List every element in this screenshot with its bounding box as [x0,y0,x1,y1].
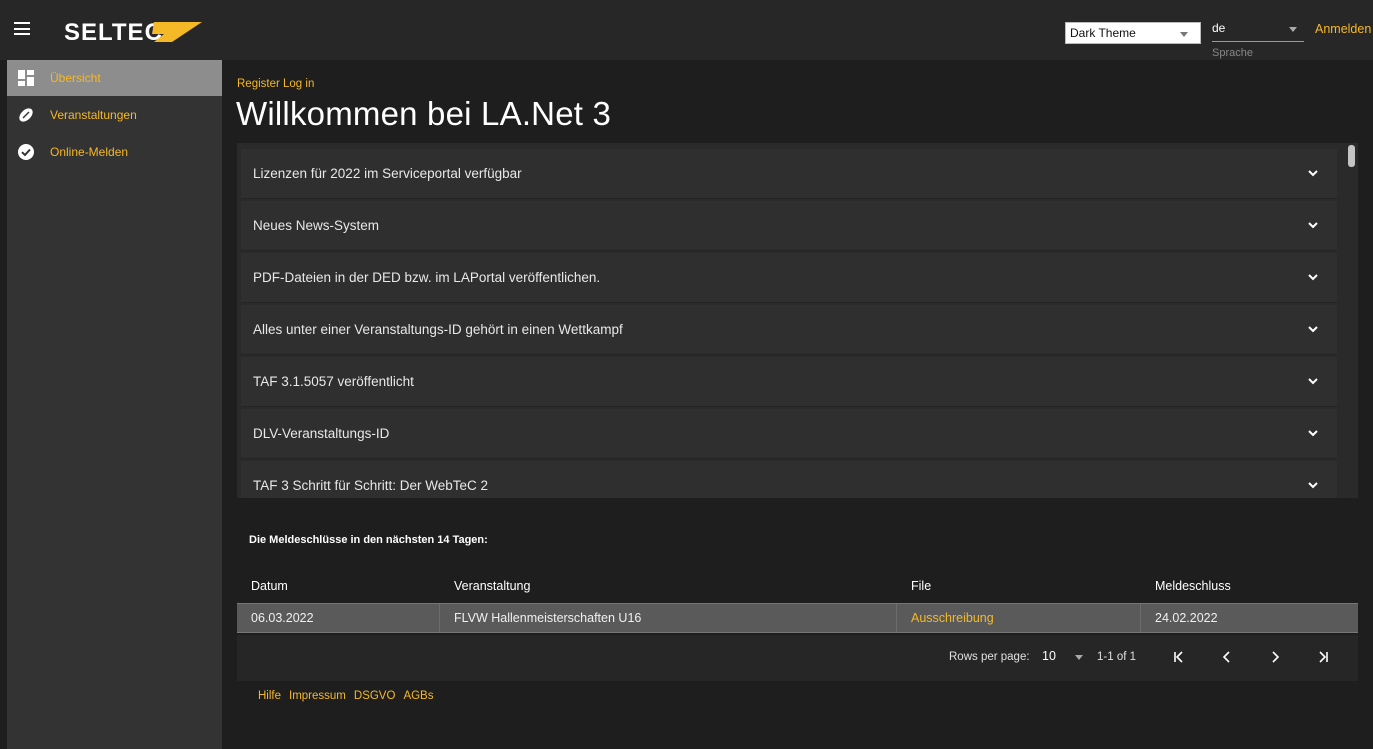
news-panel-header[interactable]: TAF 3.1.5057 veröffentlicht [241,357,1337,407]
column-divider [1140,604,1141,632]
column-header-datum[interactable]: Datum [251,579,288,593]
news-expansion-panels: Lizenzen für 2022 im Serviceportal verfü… [237,143,1358,498]
news-title: DLV-Veranstaltungs-ID [253,426,390,441]
chevron-down-icon [1308,430,1318,437]
news-scrollbar[interactable] [1348,145,1355,167]
language-select[interactable]: de Sprache [1212,16,1304,60]
column-header-veranstaltung[interactable]: Veranstaltung [454,579,530,593]
chevron-down-icon [1308,222,1318,229]
table-pagination: Rows per page: 10 1-1 of 1 [237,635,1358,681]
news-panel-header[interactable]: Alles unter einer Veranstaltungs-ID gehö… [241,305,1337,355]
chevron-down-icon [1180,32,1188,37]
news-panel-header[interactable]: Neues News-System [241,201,1337,251]
cell-meldeschluss: 24.02.2022 [1155,611,1218,625]
column-header-meldeschluss[interactable]: Meldeschluss [1155,579,1231,593]
language-select-label: Sprache [1212,47,1253,59]
news-panel-header[interactable]: DLV-Veranstaltungs-ID [241,409,1337,459]
news-title: TAF 3 Schritt für Schritt: Der WebTeC 2 [253,478,489,493]
footer-links: Hilfe Impressum DSGVO AGBs [258,690,433,702]
deadlines-table: Die Meldeschlüsse in den nächsten 14 Tag… [237,514,1358,681]
chevron-down-icon [1308,170,1318,177]
chevron-right-icon[interactable] [1267,649,1283,665]
seltec-logo: SELTEC [64,19,202,44]
news-title: TAF 3.1.5057 veröffentlicht [253,374,414,389]
theme-select[interactable]: Dark Theme [1065,22,1201,44]
news-title: Neues News-System [253,218,380,233]
cell-veranstaltung: FLVW Hallenmeisterschaften U16 [454,611,642,625]
last-page-icon[interactable] [1315,649,1331,665]
svg-text:SELTEC: SELTEC [64,19,163,44]
chevron-down-icon [1289,27,1297,32]
page-range: 1-1 of 1 [1097,651,1136,663]
sidebar-item-online-melden[interactable]: Online-Melden [7,134,222,170]
sidebar-item-label: Online-Melden [50,145,129,159]
cell-datum: 06.03.2022 [251,611,314,625]
footer-link-impressum[interactable]: Impressum [289,690,346,702]
breadcrumb[interactable]: Register Log in [237,78,314,90]
theme-select-value: Dark Theme [1070,26,1136,40]
column-header-file[interactable]: File [911,579,931,593]
news-title: Lizenzen für 2022 im Serviceportal verfü… [253,166,522,181]
language-select-underline [1212,41,1304,42]
page-title: Willkommen bei LA.Net 3 [236,95,612,132]
deadlines-heading: Die Meldeschlüsse in den nächsten 14 Tag… [249,534,488,546]
sidebar: Übersicht Veranstaltungen Online-Melden [0,60,222,749]
table-row[interactable]: 06.03.2022 FLVW Hallenmeisterschaften U1… [237,603,1358,633]
column-divider [896,604,897,632]
footer-link-dsgvo[interactable]: DSGVO [354,690,396,702]
first-page-icon[interactable] [1171,649,1187,665]
rows-per-page-select[interactable]: 10 [1042,649,1056,663]
sidebar-item-label: Übersicht [50,71,101,85]
chevron-down-icon [1308,378,1318,385]
news-title: PDF-Dateien in der DED bzw. im LAPortal … [253,270,601,285]
news-panel-header[interactable]: Lizenzen für 2022 im Serviceportal verfü… [241,149,1337,199]
login-link[interactable]: Anmelden [1315,22,1371,36]
column-divider [439,604,440,632]
dashboard-icon [18,70,34,86]
chevron-down-icon[interactable] [1075,655,1083,660]
ausschreibung-link[interactable]: Ausschreibung [911,611,994,625]
chevron-left-icon[interactable] [1219,649,1235,665]
footer-link-hilfe[interactable]: Hilfe [258,690,281,702]
chevron-down-icon [1308,274,1318,281]
news-panel-header[interactable]: TAF 3 Schritt für Schritt: Der WebTeC 2 [241,461,1337,498]
chevron-down-icon [1308,326,1318,333]
news-panel-header[interactable]: PDF-Dateien in der DED bzw. im LAPortal … [241,253,1337,303]
chevron-down-icon [1308,482,1318,489]
sidebar-item-uebersicht[interactable]: Übersicht [7,60,222,96]
footer-link-agbs[interactable]: AGBs [403,690,433,702]
football-icon [19,108,33,122]
check-circle-icon [18,144,34,160]
rows-per-page-label: Rows per page: [949,651,1030,663]
top-app-bar: SELTEC Dark Theme de Sprache Anmelden [0,0,1373,60]
language-select-value: de [1212,21,1226,35]
sidebar-item-veranstaltungen[interactable]: Veranstaltungen [7,97,222,133]
menu-icon[interactable] [14,22,30,35]
sidebar-item-label: Veranstaltungen [50,108,137,122]
news-title: Alles unter einer Veranstaltungs-ID gehö… [253,322,623,337]
